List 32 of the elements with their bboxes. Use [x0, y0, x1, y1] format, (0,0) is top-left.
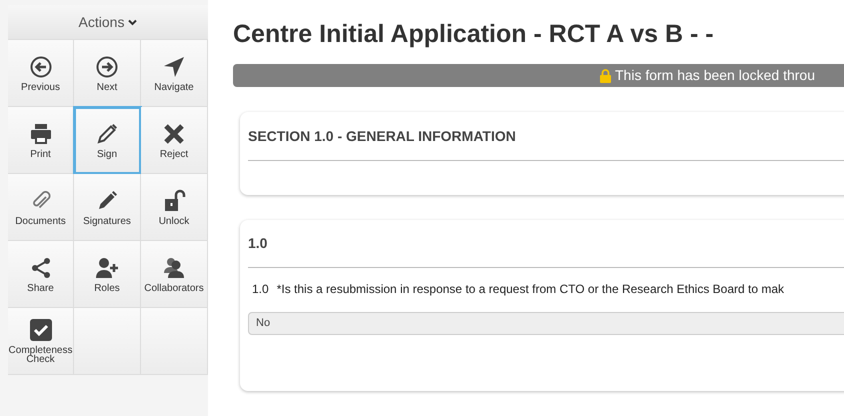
question-text: *Is this a resubmission in response to a request from CTO or the Research Ethics Board to mak: [276, 281, 784, 298]
checkbox-icon: [28, 318, 52, 342]
circle-arrow-left-icon: [28, 54, 52, 78]
action-button[interactable]: Documents: [8, 174, 74, 241]
action-button[interactable]: Previous: [8, 40, 74, 107]
action-button[interactable]: Completeness Check: [8, 308, 74, 375]
pencil-icon: [95, 122, 119, 146]
lock-message: This form has been locked throu: [615, 66, 815, 85]
action-button[interactable]: Print: [8, 107, 74, 174]
question-number: 1.0: [252, 281, 269, 298]
caret-icon: [128, 18, 138, 26]
answer-field[interactable]: No: [248, 312, 844, 335]
section-heading: SECTION 1.0 - GENERAL INFORMATION: [248, 126, 844, 161]
navigation-arrow-icon: [162, 54, 186, 78]
action-button[interactable]: Signatures: [74, 174, 141, 241]
printer-icon: [28, 122, 52, 146]
action-button[interactable]: Unlock: [141, 174, 208, 241]
action-button[interactable]: Share: [8, 241, 74, 308]
open-padlock-icon: [162, 188, 186, 212]
action-button[interactable]: Next: [74, 40, 141, 107]
action-button[interactable]: Collaborators: [141, 241, 208, 308]
action-button[interactable]: Sign: [74, 107, 141, 174]
circle-arrow-right-icon: [95, 54, 119, 78]
action-button[interactable]: Reject: [141, 107, 208, 174]
action-button[interactable]: Navigate: [141, 40, 208, 107]
action-button[interactable]: Roles: [74, 241, 141, 308]
user-plus-icon: [95, 256, 119, 280]
cross-icon: [162, 122, 186, 146]
section-heading: 1.0: [248, 233, 844, 268]
page-title: Centre Initial Application - RCT A vs B - -: [233, 19, 715, 50]
lock-icon: [600, 68, 611, 82]
users-icon: [162, 256, 186, 280]
